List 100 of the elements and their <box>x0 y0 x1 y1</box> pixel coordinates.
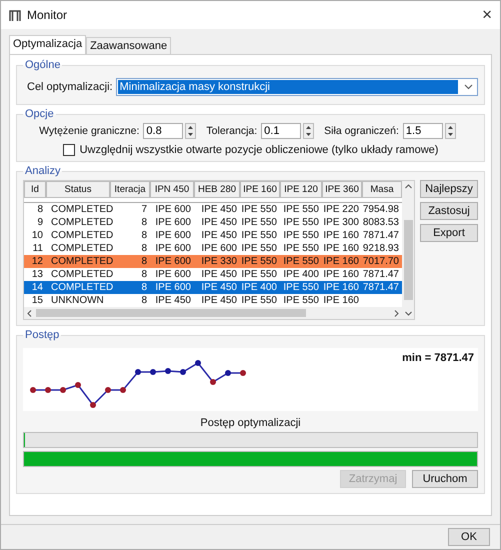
column-header[interactable]: IPE 120 <box>280 181 322 198</box>
table-cell-text: IPE 550 <box>282 230 320 241</box>
column-header[interactable]: Iteracja <box>110 181 150 198</box>
progress-caption: Postęp optymalizacji <box>199 417 302 429</box>
table-cell-text: IPE 600 <box>200 243 238 254</box>
number-field[interactable]: 1.5 <box>402 123 443 139</box>
table-cell-text: IPE 400 <box>282 269 320 280</box>
table-cell-text: IPE 160 <box>322 243 360 254</box>
table-row[interactable]: 14 COMPLETED 8 IPE 600 IPE 450 IPE 400 IPE 550 IPE 160 7871.47 <box>24 281 402 294</box>
up-arrow-icon <box>188 126 194 129</box>
vertical-scrollbar[interactable] <box>402 181 414 319</box>
table-cell-text: IPE 550 <box>240 217 278 228</box>
down-arrow-icon <box>188 133 194 136</box>
table-cell-text: IPE 600 <box>154 243 192 254</box>
table-cell-text: IPE 550 <box>282 217 320 228</box>
down-arrow-icon <box>448 133 453 136</box>
column-header[interactable]: Id <box>24 181 46 198</box>
group-title: Analizy <box>24 165 62 177</box>
close-button[interactable]: × <box>482 5 492 25</box>
table-cell-text: IPE 550 <box>240 204 278 215</box>
field-label: Wytężenie graniczne: <box>39 125 140 137</box>
action-button[interactable]: Export <box>420 224 478 242</box>
table-cell-text: IPE 300 <box>322 217 360 228</box>
column-header[interactable]: HEB 280 <box>194 181 240 198</box>
chevron-icon <box>464 84 473 90</box>
table-cell-text: 7871.47 <box>362 269 400 280</box>
table-cell-text: IPE 550 <box>240 230 278 241</box>
ok-button[interactable]: OK <box>448 528 490 546</box>
table-cell-text: 12 <box>30 256 44 267</box>
column-header[interactable]: Status <box>46 181 110 198</box>
table-cell-text: IPE 550 <box>240 243 278 254</box>
table-cell-text: IPE 450 <box>200 269 238 280</box>
table-cell-text: IPE 600 <box>154 282 192 293</box>
down-arrow-icon <box>306 133 312 136</box>
action-button[interactable]: Najlepszy <box>420 180 478 198</box>
spin-button[interactable] <box>303 123 314 139</box>
horizontal-scrollbar[interactable] <box>24 307 402 319</box>
table-cell-text: 7 <box>140 204 148 215</box>
table-cell-text: 7017.70 <box>362 256 400 267</box>
goal-dropdown[interactable]: Minimalizacja masy konstrukcji <box>116 78 478 96</box>
table-cell-text: IPE 600 <box>154 217 192 228</box>
spin-button[interactable] <box>444 123 456 139</box>
table-cell-text: 7871.47 <box>362 282 400 293</box>
table-cell-text: 8 <box>140 269 148 280</box>
table-cell-text: IPE 160 <box>322 282 360 293</box>
column-header[interactable]: Masa <box>362 181 402 198</box>
table-cell-text: IPE 220 <box>322 204 360 215</box>
window-title: Monitor <box>27 8 68 22</box>
action-button[interactable]: Zastosuj <box>420 202 478 220</box>
table-cell-text: 15 <box>30 295 44 306</box>
tab[interactable]: Optymalizacja <box>9 35 86 54</box>
table-row[interactable]: 12 COMPLETED 8 IPE 600 IPE 330 IPE 550 IPE 550 IPE 160 7017.70 <box>24 255 402 268</box>
table-cell-text: IPE 600 <box>154 230 192 241</box>
table-cell-text: 7954.98 <box>362 204 400 215</box>
column-header[interactable]: IPN 450 <box>150 181 194 198</box>
table-cell-text: IPE 550 <box>240 295 278 306</box>
table-cell-text: IPE 550 <box>240 256 278 267</box>
table-cell-text: IPE 450 <box>154 295 192 306</box>
number-field[interactable]: 0.8 <box>143 123 184 139</box>
field-label: Cel optymalizacji: <box>27 81 113 93</box>
table-cell-text: 8083.53 <box>362 217 400 228</box>
table-cell-text: 9 <box>36 217 44 228</box>
group-title: Postęp <box>24 329 60 341</box>
table-cell-text: 7871.47 <box>362 230 400 241</box>
table-cell-text: 11 <box>32 243 44 254</box>
table-cell-text: IPE 450 <box>200 204 238 215</box>
table-cell-text: IPE 160 <box>322 256 360 267</box>
checkbox-label: Uwzględnij wszystkie otwarte pozycje obliczeniowe (tylko układy ramowe) <box>80 144 438 156</box>
table-cell-text: IPE 550 <box>282 243 320 254</box>
table-cell-text: IPE 600 <box>154 204 192 215</box>
tab[interactable]: Zaawansowane <box>86 37 172 54</box>
table-cell-text: IPE 160 <box>322 230 360 241</box>
table-cell-text: IPE 160 <box>322 269 360 280</box>
column-header[interactable]: IPE 360 <box>322 181 362 198</box>
group-title: Opcje <box>24 108 55 120</box>
table-cell-text: IPE 330 <box>200 256 238 267</box>
table-cell-text: IPE 450 <box>200 230 238 241</box>
column-header[interactable]: IPE 160 <box>240 181 280 198</box>
field-label: Tolerancja: <box>206 125 258 137</box>
spin-button[interactable] <box>185 123 196 139</box>
group-title: Ogólne <box>24 59 62 71</box>
table-cell-text: 8 <box>140 295 148 306</box>
table-cell-text: 8 <box>140 256 148 267</box>
table-cell-text: IPE 450 <box>200 295 238 306</box>
action-button[interactable]: Uruchom <box>412 470 478 488</box>
min-value: min = 7871.47 <box>402 352 474 364</box>
table-cell-text: 10 <box>30 230 44 241</box>
table-cell-text: IPE 160 <box>322 295 360 306</box>
checkbox[interactable] <box>62 144 75 156</box>
table-cell-text: IPE 550 <box>282 256 320 267</box>
up-arrow-icon <box>448 126 453 129</box>
number-field[interactable]: 0.1 <box>261 123 302 139</box>
table-cell-text: IPE 600 <box>154 256 192 267</box>
table-cell-text: UNKNOWN <box>50 295 105 306</box>
frame-icon <box>9 10 21 20</box>
table-cell-text: 14 <box>30 282 44 293</box>
table-cell-text: IPE 450 <box>200 282 238 293</box>
table-cell-text: 8 <box>140 217 148 228</box>
table-cell-text: 8 <box>140 230 148 241</box>
table-cell-text: IPE 400 <box>240 282 278 293</box>
